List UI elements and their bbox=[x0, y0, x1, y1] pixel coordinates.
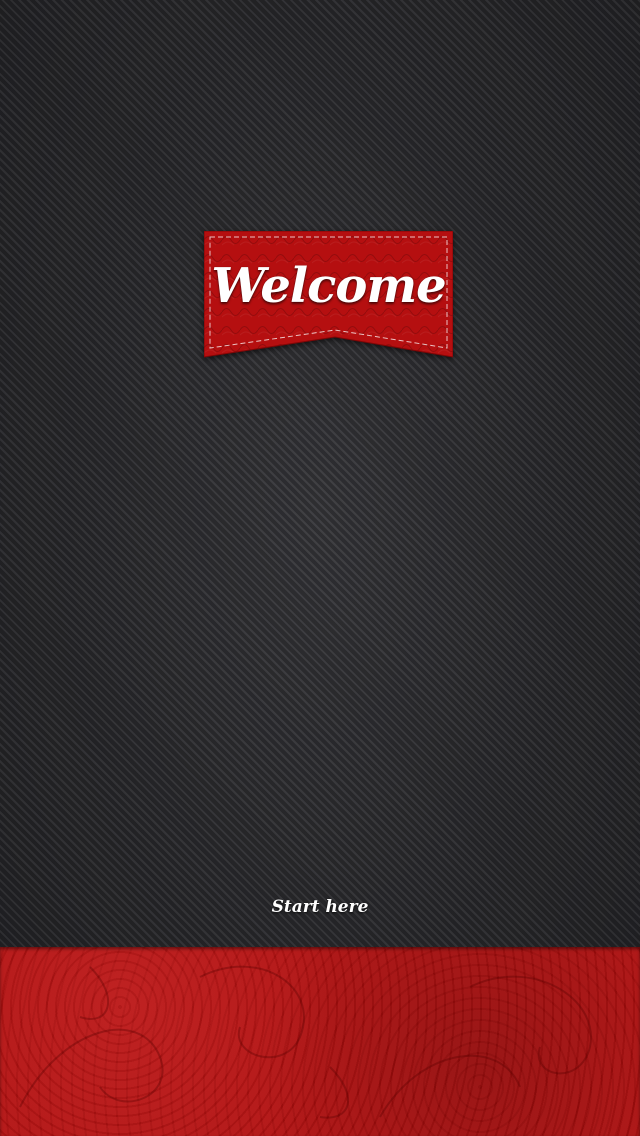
welcome-title: Welcome bbox=[211, 258, 446, 314]
footer-floral-pattern bbox=[19, 965, 592, 1119]
start-here-link[interactable]: Start here bbox=[220, 892, 420, 922]
footer-leather-panel bbox=[0, 947, 640, 1136]
welcome-screen: Welcome Start here bbox=[0, 0, 640, 1136]
welcome-banner: Welcome bbox=[204, 231, 453, 359]
